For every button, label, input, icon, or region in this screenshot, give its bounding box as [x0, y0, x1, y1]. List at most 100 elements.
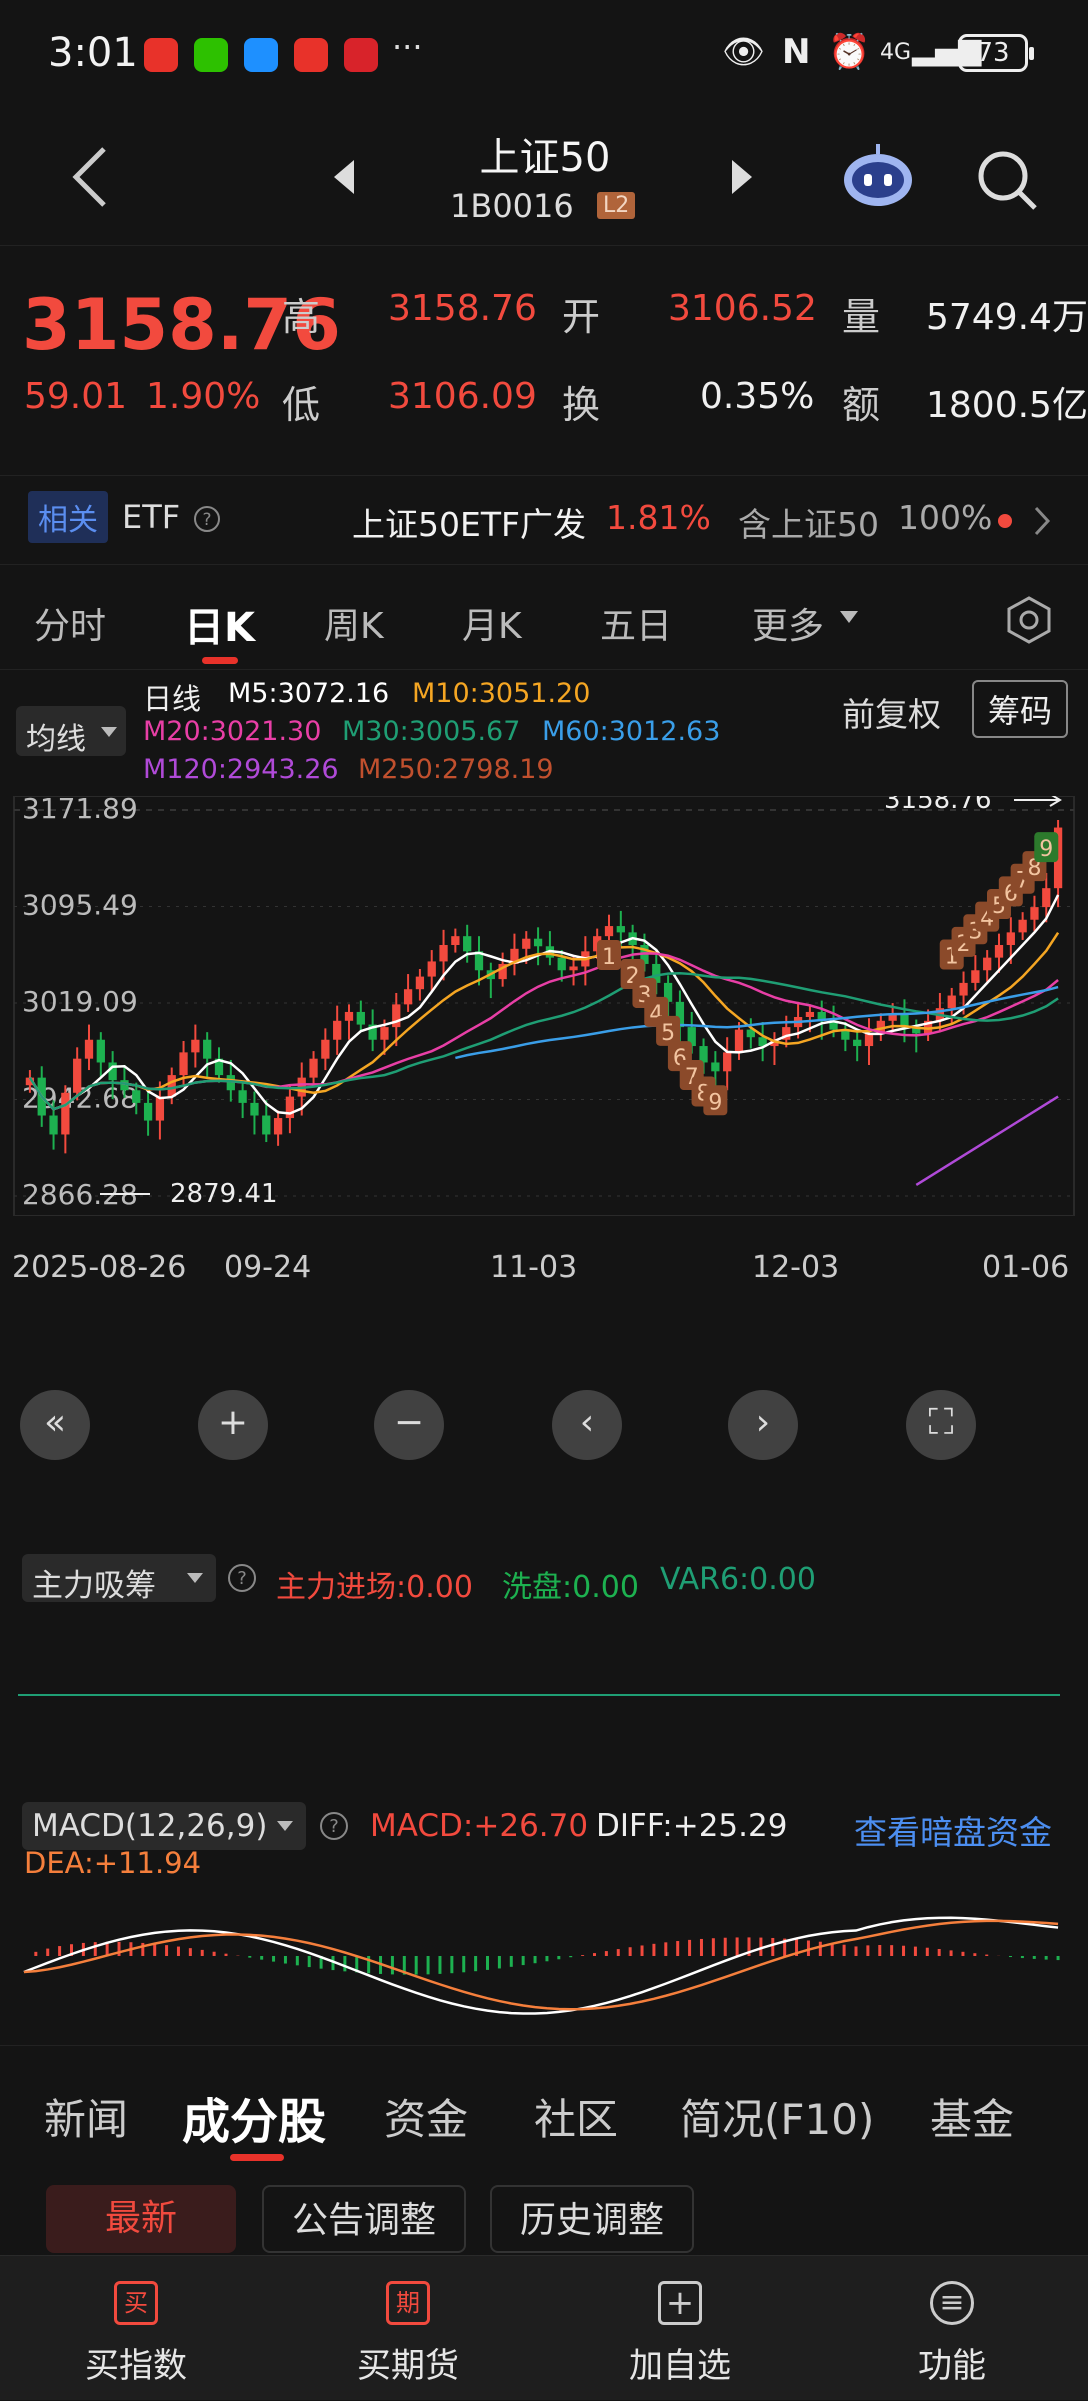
tab-funds[interactable]: 资金 — [384, 2086, 468, 2147]
next-stock-icon[interactable] — [728, 158, 756, 196]
announce-adjust-button[interactable]: 公告调整 — [262, 2185, 466, 2253]
robot-assistant-icon[interactable] — [840, 140, 916, 210]
help-icon[interactable]: ? — [192, 504, 222, 534]
tab-five-day[interactable]: 五日 — [600, 597, 672, 649]
macd-chart[interactable] — [0, 1880, 1088, 2030]
help-icon[interactable]: ? — [318, 1810, 350, 1842]
macd-selector[interactable]: MACD(12,26,9) — [22, 1802, 306, 1850]
tab-weekly-k[interactable]: 周K — [324, 597, 384, 649]
x-axis: 2025-08-26 09-24 11-03 12-03 01-06 — [0, 1240, 1088, 1290]
kline-chart[interactable]: 3171.893095.493019.092942.682866.283158.… — [0, 796, 1088, 1216]
indicator-selector[interactable]: 主力吸筹 — [22, 1554, 216, 1604]
stock-code: 1B0016 — [450, 187, 574, 225]
tab-monthly-k[interactable]: 月K — [462, 597, 522, 649]
tab-f10[interactable]: 简况(F10) — [680, 2086, 874, 2147]
dark-pool-link[interactable]: 查看暗盘资金 — [854, 1806, 1052, 1854]
tab-intraday[interactable]: 分时 — [34, 597, 106, 649]
caret-down-icon — [101, 727, 117, 737]
svg-text:?: ? — [329, 1816, 339, 1837]
nav-buy-index[interactable]: 买 买指数 — [0, 2256, 272, 2401]
adjust-mode-label[interactable]: 前复权 — [842, 688, 941, 736]
td-count-label: 1 — [602, 945, 616, 970]
related-tag: 相关 — [28, 491, 108, 543]
low-label: 低 — [282, 383, 321, 427]
chip-button[interactable]: 筹码 — [972, 680, 1069, 738]
tab-components[interactable]: 成分股 — [182, 2082, 326, 2152]
x-tick-label: 2025-08-26 — [12, 1250, 187, 1285]
help-icon[interactable]: ? — [226, 1562, 258, 1594]
candle — [427, 961, 436, 977]
candle — [1006, 932, 1015, 946]
y-tick-label: 3019.09 — [22, 985, 138, 1018]
fast-back-button[interactable]: « — [20, 1390, 90, 1460]
candle — [983, 957, 992, 971]
add-icon: + — [658, 2281, 702, 2325]
tab-daily-k[interactable]: 日K — [184, 595, 255, 653]
back-icon[interactable] — [70, 145, 110, 209]
candle — [96, 1039, 105, 1063]
tab-news[interactable]: 新闻 — [44, 2086, 128, 2147]
nfc-icon: N — [782, 32, 811, 72]
nav-label: 买期货 — [357, 2346, 459, 2386]
menu-icon: ≡ — [930, 2281, 974, 2325]
etf-label: ETF — [122, 498, 181, 536]
candle — [616, 926, 625, 933]
nav-buy-futures[interactable]: 期 买期货 — [272, 2256, 544, 2401]
tab-more[interactable]: 更多 — [752, 597, 824, 649]
nav-functions[interactable]: ≡ 功能 — [816, 2256, 1088, 2401]
candle — [1042, 888, 1051, 908]
caret-down-icon — [840, 611, 858, 623]
more-notifications-icon: ··· — [392, 28, 423, 66]
y-tick-label: 3095.49 — [22, 888, 138, 921]
scroll-left-button[interactable]: ‹ — [552, 1390, 622, 1460]
tab-active-indicator — [230, 2154, 284, 2161]
chevron-right-icon[interactable] — [1032, 504, 1052, 538]
change-percent: 1.90% — [146, 376, 261, 417]
caret-down-icon — [187, 1573, 203, 1583]
indicator-value-2: 洗盘:0.00 — [502, 1570, 639, 1605]
tab-community[interactable]: 社区 — [534, 2086, 618, 2147]
scroll-right-button[interactable]: › — [728, 1390, 798, 1460]
history-adjust-button[interactable]: 历史调整 — [490, 2185, 694, 2253]
nav-add-watchlist[interactable]: + 加自选 — [544, 2256, 816, 2401]
fullscreen-button[interactable]: ⛶ — [906, 1390, 976, 1460]
nav-label: 买指数 — [85, 2346, 187, 2386]
status-bar: 3:01 ··· 👁 N ⏰ 4G ▂▄▆ 73 — [0, 0, 1088, 110]
candle — [451, 936, 460, 946]
nav-label: 加自选 — [629, 2346, 731, 2386]
ma20-value: M20:3021.30 — [143, 716, 322, 747]
zoom-in-button[interactable]: + — [198, 1390, 268, 1460]
candle — [569, 966, 578, 971]
x-tick-label: 09-24 — [224, 1250, 312, 1285]
prev-stock-icon[interactable] — [330, 158, 358, 196]
nav-label: 功能 — [918, 2346, 986, 2386]
latest-button[interactable]: 最新 — [46, 2185, 236, 2253]
candle — [403, 989, 413, 1005]
contain-label: 含上证50 — [738, 505, 879, 544]
settings-icon[interactable] — [1004, 595, 1054, 645]
zoom-out-button[interactable]: − — [374, 1390, 444, 1460]
candle — [463, 936, 472, 952]
low-price-label: 2879.41 — [170, 1179, 278, 1209]
search-icon[interactable] — [975, 148, 1041, 214]
td-count-label: 9 — [708, 1090, 722, 1115]
indicator-name: 主力吸筹 — [32, 1568, 156, 1604]
message-app-icon — [244, 38, 278, 72]
tab-fund[interactable]: 基金 — [930, 2086, 1014, 2147]
network-icon: 4G — [880, 40, 912, 65]
stock-app-icon — [344, 38, 378, 72]
indicator-baseline — [18, 1694, 1060, 1696]
candle — [959, 982, 968, 996]
candle — [723, 1052, 732, 1072]
content-tabs: 新闻 成分股 资金 社区 简况(F10) 基金 — [0, 2045, 1088, 2165]
ma5-value: M5:3072.16 — [228, 678, 390, 709]
related-etf-bar[interactable]: 相关 ETF ? 上证50ETF广发 1.81% 含上证50 100% — [0, 475, 1088, 565]
indicator-value-3: VAR6:0.00 — [660, 1562, 816, 1597]
candle — [533, 938, 543, 947]
turnover-label: 换 — [562, 383, 601, 427]
candle — [167, 1075, 176, 1097]
candle — [143, 1102, 153, 1121]
ma-selector[interactable]: 均线 — [16, 706, 126, 757]
amount-value: 1800.5亿 — [926, 385, 1088, 426]
candle — [380, 1027, 389, 1040]
